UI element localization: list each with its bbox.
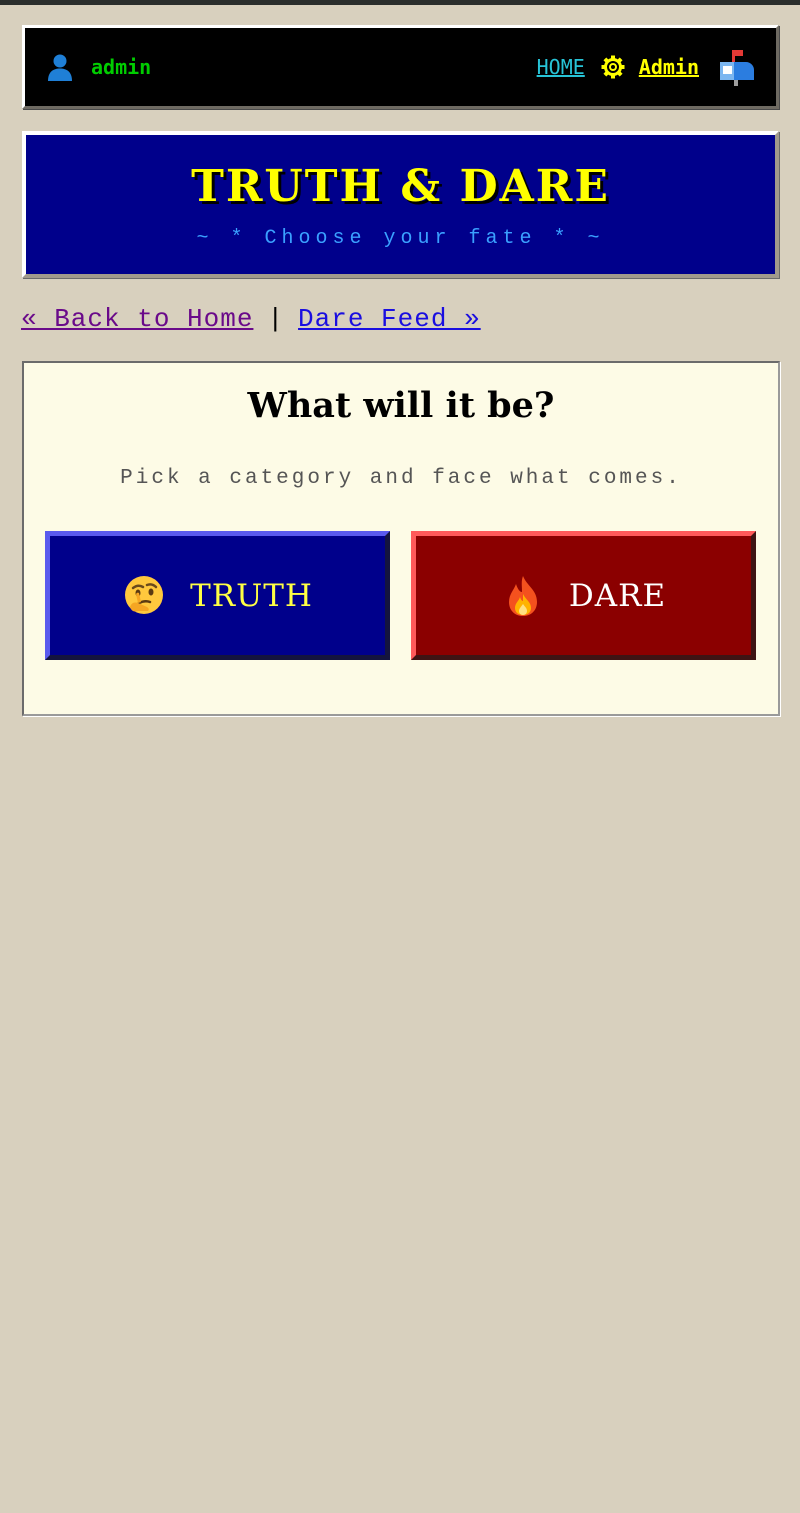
title-banner: TRUTH & DARE ~ * Choose your fate * ~ <box>22 131 779 278</box>
link-separator: | <box>267 304 285 334</box>
panel-subtitle: Pick a category and face what comes. <box>120 467 682 490</box>
window-top-edge <box>0 0 800 5</box>
fire-icon <box>508 575 537 616</box>
dare-button[interactable]: DARE <box>411 531 756 660</box>
banner-title: TRUTH & DARE <box>191 161 610 212</box>
page-links: « Back to Home | Dare Feed » <box>21 304 481 334</box>
gear-icon <box>601 55 625 79</box>
truth-button-label: TRUTH <box>190 577 313 614</box>
admin-link-label: Admin <box>638 55 699 79</box>
mailbox-icon[interactable] <box>716 48 756 86</box>
choice-panel: What will it be? Pick a category and fac… <box>22 361 780 716</box>
banner-subtitle: ~ * Choose your fate * ~ <box>196 227 605 250</box>
panel-title: What will it be? <box>247 385 555 426</box>
admin-link[interactable]: Admin <box>601 55 699 79</box>
home-link[interactable]: HOME <box>537 55 585 79</box>
user-icon <box>48 54 72 81</box>
username-label: admin <box>91 55 152 79</box>
thinking-face-icon <box>125 575 164 614</box>
nav-links: HOME Admin <box>537 48 756 86</box>
top-navigation-bar: admin HOME Admin <box>22 25 779 109</box>
back-to-home-link[interactable]: « Back to Home <box>21 304 253 334</box>
dare-button-label: DARE <box>568 577 667 614</box>
dare-feed-link[interactable]: Dare Feed » <box>298 304 481 334</box>
user-block: admin <box>45 52 151 82</box>
truth-button[interactable]: TRUTH <box>45 531 390 660</box>
